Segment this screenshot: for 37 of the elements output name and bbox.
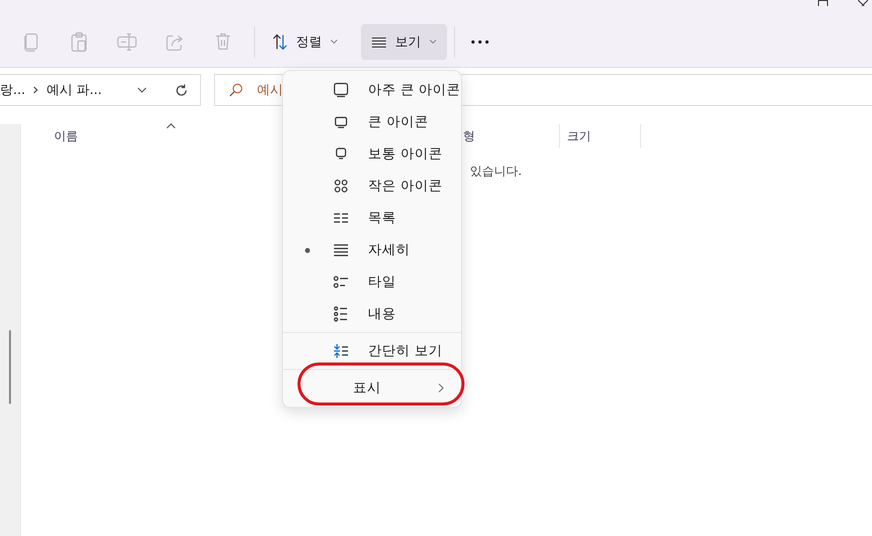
compact-icon [333, 343, 349, 359]
view-menu-item[interactable]: 큰 아이콘 [283, 106, 461, 138]
chevron-down-icon[interactable] [137, 87, 147, 93]
monitor-icon [333, 146, 349, 162]
refresh-icon[interactable] [175, 84, 188, 96]
view-menu-item[interactable]: 작은 아이콘 [283, 170, 461, 202]
more-icon[interactable] [471, 40, 489, 44]
breadcrumb-chevron-icon [33, 86, 38, 94]
view-menu-item[interactable]: 내용 [283, 298, 461, 330]
monitor-icon [333, 82, 349, 98]
column-header[interactable]: 형 [463, 128, 475, 144]
monitor-icon [333, 114, 349, 130]
sort-button[interactable]: 정렬 [262, 24, 348, 60]
show-submenu-item[interactable]: 표시 [283, 372, 461, 404]
breadcrumb-item[interactable]: 랑... [0, 81, 26, 99]
view-menu-item[interactable]: 보통 아이콘 [283, 138, 461, 170]
scrollbar-thumb[interactable] [9, 330, 11, 404]
chevron-right-icon [438, 383, 445, 393]
column-header[interactable]: 이름 [54, 128, 78, 144]
view-menu-item[interactable]: 타일 [283, 266, 461, 298]
chevron-down-icon [429, 39, 437, 44]
view-button[interactable]: 보기 [361, 24, 447, 60]
content-icon [333, 306, 349, 322]
view-menu-item[interactable]: 자세히 [283, 234, 461, 266]
view-menu-item[interactable]: 목록 [283, 202, 461, 234]
grid-icon [333, 178, 349, 194]
search-icon [229, 83, 243, 97]
sort-ascending-icon [166, 123, 176, 129]
view-menu-item[interactable]: 아주 큰 아이콘 [283, 74, 461, 106]
column-header[interactable]: 크기 [567, 128, 591, 144]
tiles-icon [333, 274, 349, 290]
compact-view-item[interactable]: 간단히 보기 [283, 335, 461, 367]
list-icon [333, 242, 349, 258]
empty-folder-message: 있습니다. [470, 163, 523, 180]
breadcrumb-item[interactable]: 예시 파... [46, 81, 102, 99]
sort-icon [272, 34, 288, 50]
chevron-down-icon [330, 39, 338, 44]
